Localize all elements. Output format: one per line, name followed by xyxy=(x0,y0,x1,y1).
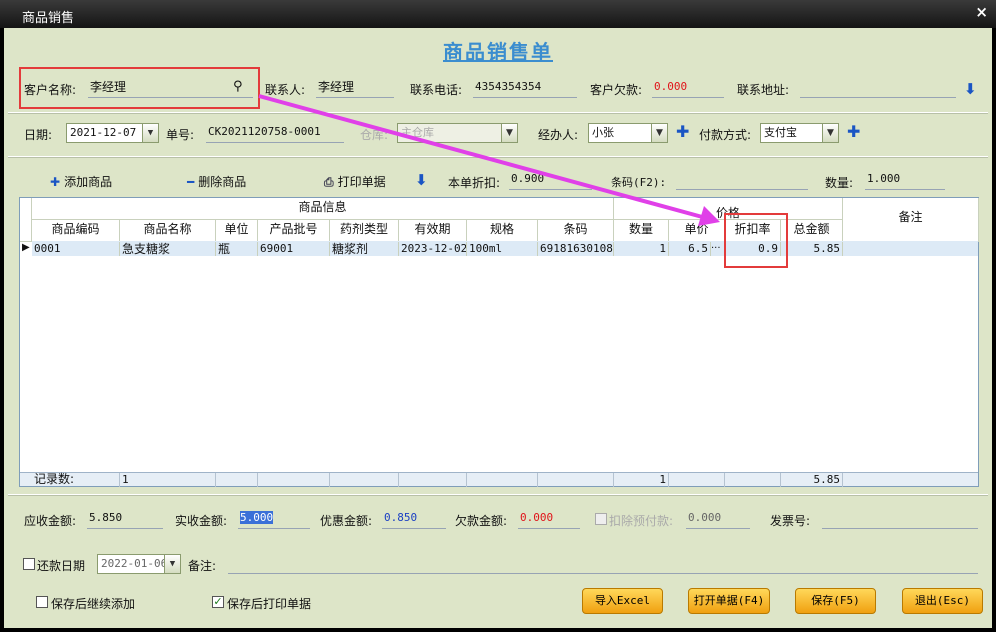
prepay-label: 扣除预付款: xyxy=(609,514,674,528)
received-label: 实收金额: xyxy=(175,514,228,528)
annotation-arrow xyxy=(258,94,720,226)
repay-date-value: 2022-01-06 xyxy=(101,557,168,570)
arrears-field[interactable]: 0.000 xyxy=(518,509,580,529)
arrears-label: 欠款金额: xyxy=(455,514,508,528)
repay-date-checkbox[interactable] xyxy=(23,558,35,570)
window-title: 商品销售 xyxy=(22,11,75,26)
received-field[interactable]: 5.000 xyxy=(238,509,310,529)
invoice-label: 发票号: xyxy=(770,514,811,528)
divider xyxy=(8,494,988,496)
repay-date-label: 还款日期 xyxy=(37,559,86,573)
receivable-label: 应收金额: xyxy=(24,514,77,528)
note-label: 备注: xyxy=(188,559,217,573)
sales-form: 商品销售单 客户名称: 李经理 ⚲ 联系人: 李经理 联系电话: 4354354… xyxy=(4,28,992,628)
receivable-field[interactable]: 5.850 xyxy=(87,509,163,529)
invoice-field[interactable] xyxy=(822,509,978,529)
chevron-down-icon[interactable]: ▼ xyxy=(164,555,180,573)
print-after-save-checkbox[interactable]: ✓ xyxy=(212,596,224,608)
exit-button[interactable]: 退出(Esc) xyxy=(902,588,983,614)
received-value: 5.000 xyxy=(240,511,274,524)
discount-amount-label: 优惠金额: xyxy=(320,514,373,528)
discount-amount-field[interactable]: 0.850 xyxy=(382,509,446,529)
close-icon[interactable]: × xyxy=(975,3,988,21)
prepay-field[interactable]: 0.000 xyxy=(686,509,750,529)
save-button[interactable]: 保存(F5) xyxy=(795,588,876,614)
note-field[interactable] xyxy=(228,554,978,574)
title-bar: 商品销售 × xyxy=(0,0,996,28)
prepay-checkbox[interactable] xyxy=(595,513,607,525)
print-after-save-label: 保存后打印单据 xyxy=(227,597,312,611)
continue-add-label: 保存后继续添加 xyxy=(51,597,136,611)
open-bill-button[interactable]: 打开单据(F4) xyxy=(688,588,770,614)
continue-add-checkbox[interactable] xyxy=(36,596,48,608)
import-excel-button[interactable]: 导入Excel xyxy=(582,588,663,614)
repay-date-picker[interactable]: 2022-01-06 ▼ xyxy=(97,554,181,574)
